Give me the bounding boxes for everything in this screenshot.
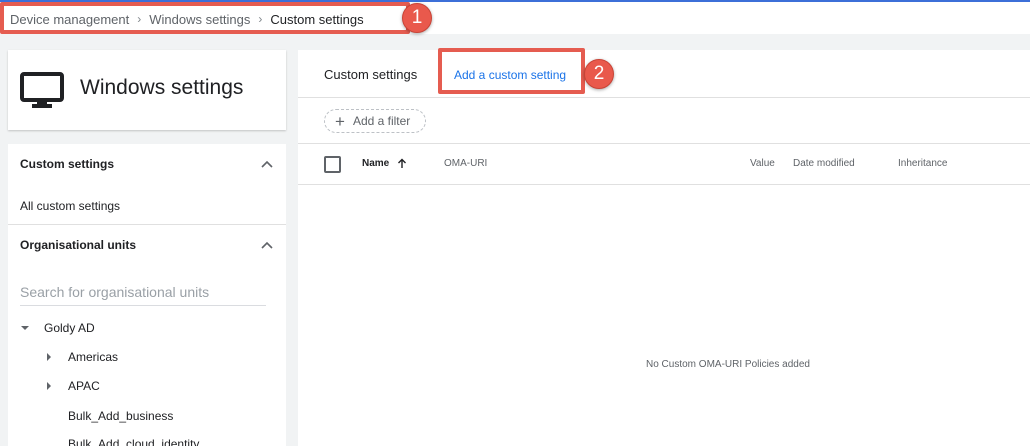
callout-box-2 <box>438 48 585 94</box>
add-filter-label: Add a filter <box>352 114 411 128</box>
chevron-up-icon[interactable] <box>260 157 274 171</box>
table-body: No Custom OMA-URI Policies added <box>298 185 1030 446</box>
filter-bar: + Add a filter <box>298 98 1030 144</box>
sort-arrow-up-icon[interactable] <box>397 158 407 169</box>
section-custom-settings-label: Custom settings <box>20 157 115 171</box>
tree-item-root[interactable]: Goldy AD <box>20 321 95 335</box>
column-name-label: Name <box>362 158 390 169</box>
callout-number-2: 2 <box>584 59 614 89</box>
tree-item-bulk-add-business[interactable]: Bulk_Add_business <box>68 409 173 423</box>
empty-state-message: No Custom OMA-URI Policies added <box>646 359 810 370</box>
column-value[interactable]: Value <box>750 158 775 169</box>
tree-item-apac[interactable]: APAC <box>44 379 100 393</box>
org-unit-search-input[interactable]: Search for organisational units <box>20 282 266 306</box>
tab-custom-settings[interactable]: Custom settings <box>324 67 417 82</box>
section-org-units-label: Organisational units <box>20 238 137 252</box>
column-inheritance[interactable]: Inheritance <box>898 158 947 169</box>
section-custom-settings[interactable]: Custom settings <box>8 144 286 184</box>
column-oma-uri[interactable]: OMA-URI <box>444 158 487 169</box>
column-name[interactable]: Name <box>362 158 407 169</box>
callout-number-1: 1 <box>402 3 432 33</box>
tree-item-label: APAC <box>68 379 100 393</box>
left-header-title: Windows settings <box>80 76 244 99</box>
monitor-icon <box>20 72 64 108</box>
plus-icon: + <box>335 111 345 131</box>
tree-item-label: Bulk_Add_business <box>68 409 174 423</box>
tree-item-americas[interactable]: Americas <box>44 350 118 364</box>
tree-item-label: Bulk_Add_cloud_identity <box>68 437 200 446</box>
chevron-up-icon[interactable] <box>260 238 274 252</box>
callout-box-1 <box>0 2 410 34</box>
caret-right-icon[interactable] <box>44 352 54 362</box>
left-header: Windows settings <box>8 50 286 130</box>
left-panel: Custom settings All custom settings Orga… <box>8 144 286 446</box>
column-date-modified[interactable]: Date modified <box>793 158 855 169</box>
caret-right-icon[interactable] <box>44 381 54 391</box>
table-header: Name OMA-URI Value Date modified Inherit… <box>298 144 1030 185</box>
tree-item-bulk-add-cloud-identity[interactable]: Bulk_Add_cloud_identity <box>68 437 199 446</box>
right-toolbar: Custom settings Add a custom setting <box>298 50 1030 98</box>
tree-item-label: Goldy AD <box>44 321 95 335</box>
caret-down-icon[interactable] <box>20 323 30 333</box>
all-custom-settings-link[interactable]: All custom settings <box>20 199 120 213</box>
section-org-units[interactable]: Organisational units <box>8 225 286 265</box>
select-all-checkbox[interactable] <box>324 156 341 173</box>
tree-item-label: Americas <box>68 350 119 364</box>
add-filter-button[interactable]: + Add a filter <box>324 109 426 133</box>
